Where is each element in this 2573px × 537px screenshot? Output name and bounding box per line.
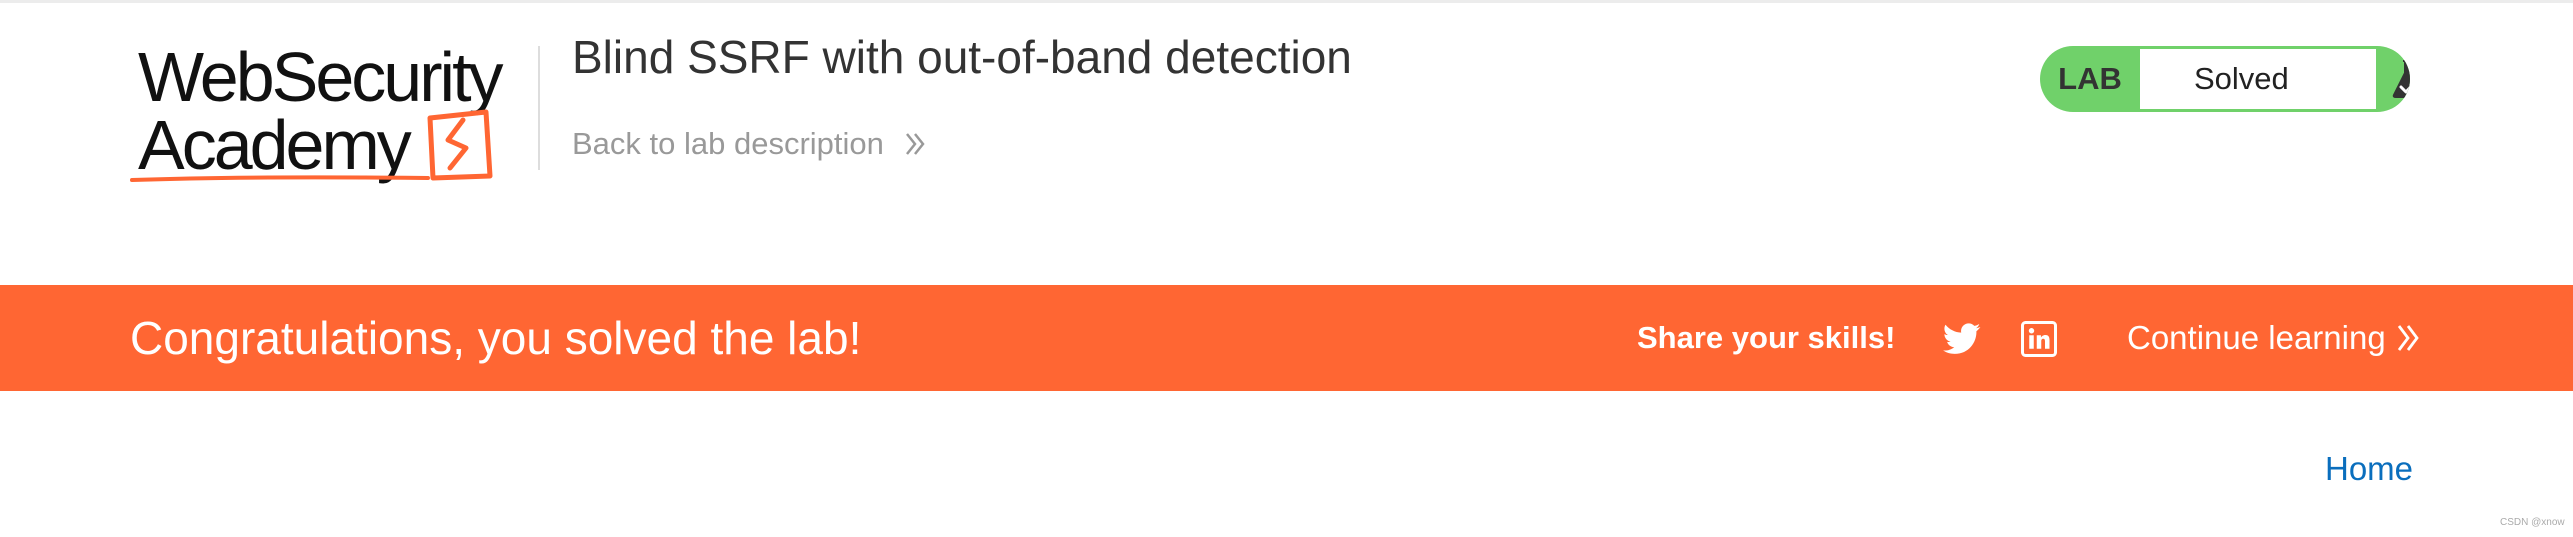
congratulations-message: Congratulations, you solved the lab! [130, 312, 862, 364]
logo-mark-icon [130, 109, 493, 182]
header-divider [538, 46, 540, 170]
lab-tag: LAB [2058, 61, 2122, 96]
continue-learning-label: Continue learning [2127, 319, 2386, 356]
lab-state-text: Solved [2194, 61, 2289, 96]
share-label: Share your skills! [1637, 320, 1896, 355]
continue-learning-link[interactable]: Continue learning [2127, 285, 2422, 391]
watermark: CSDN @xnow [2500, 517, 2565, 528]
twitter-icon[interactable] [1942, 320, 1982, 358]
top-rule [0, 0, 2573, 3]
lab-state-box: Solved [2140, 49, 2410, 109]
linkedin-icon[interactable] [2019, 320, 2059, 358]
back-to-lab-description-link[interactable]: Back to lab description [572, 126, 926, 162]
double-chevron-right-icon [904, 131, 926, 157]
double-chevron-right-icon [2396, 323, 2422, 353]
flask-check-icon [2376, 49, 2410, 109]
lab-status-widget: LAB Solved [2040, 46, 2410, 112]
home-link[interactable]: Home [2325, 450, 2413, 488]
success-banner: Congratulations, you solved the lab! Sha… [0, 285, 2573, 391]
lab-title: Blind SSRF with out-of-band detection [572, 31, 1352, 83]
web-security-academy-logo[interactable]: WebSecurity Academy [128, 40, 538, 190]
back-link-label: Back to lab description [572, 126, 884, 161]
